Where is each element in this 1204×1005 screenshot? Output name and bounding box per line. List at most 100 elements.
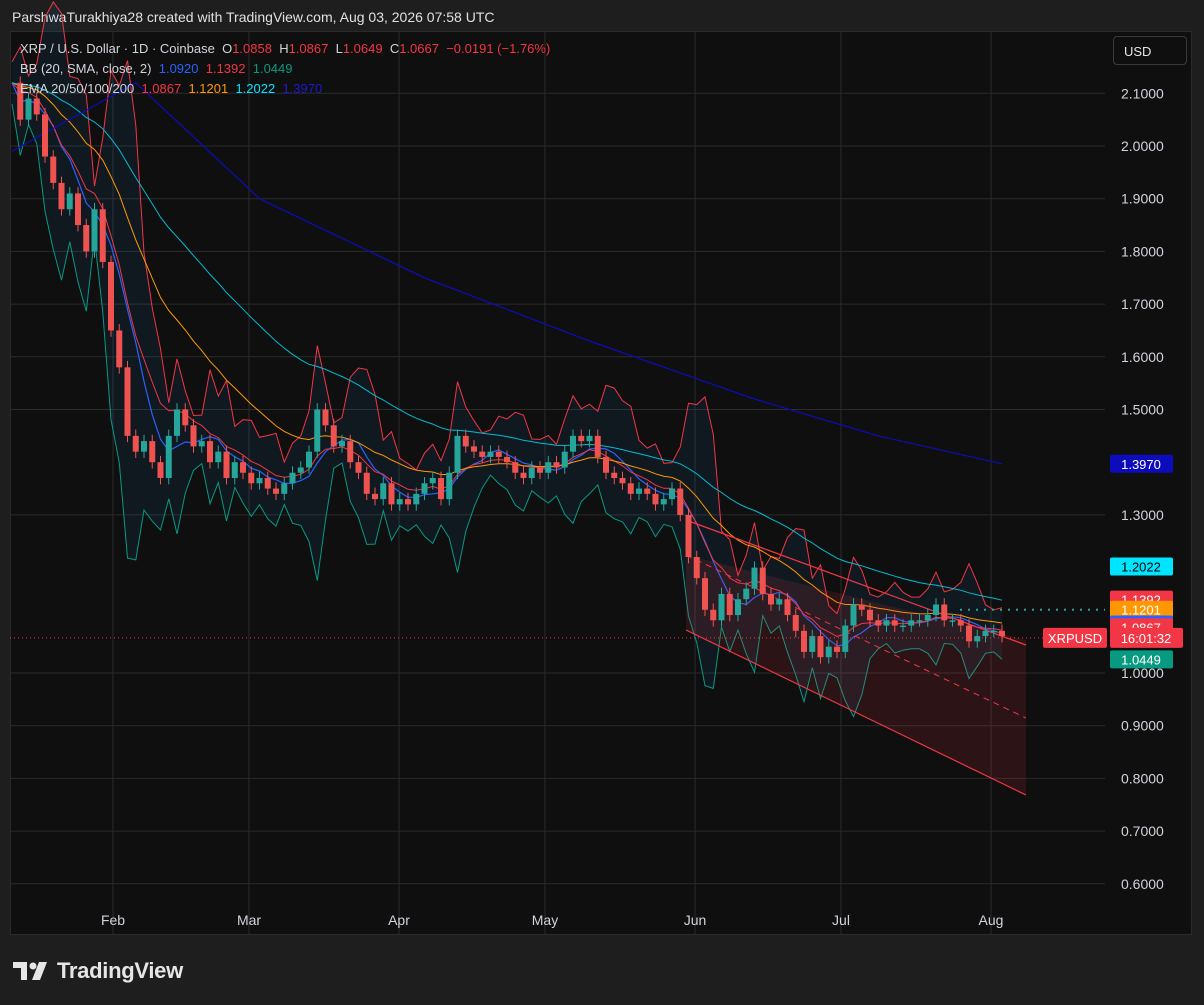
candle-body[interactable] xyxy=(50,156,57,183)
candle-body[interactable] xyxy=(479,451,486,457)
candle-body[interactable] xyxy=(660,499,667,505)
last-price-tag[interactable]: XRPUSD 16:01:32 xyxy=(1043,627,1183,648)
candle-body[interactable] xyxy=(281,483,288,494)
time-axis[interactable]: Feb Mar Apr May Jun Jul Aug xyxy=(101,912,1004,928)
candle-body[interactable] xyxy=(792,615,799,631)
candle-body[interactable] xyxy=(108,261,114,331)
candle-body[interactable] xyxy=(99,209,106,262)
candle-body[interactable] xyxy=(834,646,840,652)
candle-body[interactable] xyxy=(842,625,849,652)
candle-body[interactable] xyxy=(825,646,832,658)
candle-body[interactable] xyxy=(693,557,700,579)
candle-body[interactable] xyxy=(561,451,568,468)
candle-body[interactable] xyxy=(347,441,354,463)
candle-body[interactable] xyxy=(867,609,873,621)
candle-body[interactable] xyxy=(817,636,824,658)
candle-body[interactable] xyxy=(636,488,642,494)
candle-body[interactable] xyxy=(116,330,123,368)
candle-body[interactable] xyxy=(990,630,997,633)
currency-button[interactable]: USD xyxy=(1113,36,1187,65)
candle-body[interactable] xyxy=(776,599,783,605)
candle-body[interactable] xyxy=(512,462,519,473)
candle-body[interactable] xyxy=(487,451,494,457)
candle-body[interactable] xyxy=(982,630,989,637)
candle-body[interactable] xyxy=(570,435,576,452)
candle-body[interactable] xyxy=(363,472,370,494)
candle-body[interactable] xyxy=(240,462,246,473)
candle-body[interactable] xyxy=(42,114,48,157)
candle-body[interactable] xyxy=(528,467,535,479)
candle-body[interactable] xyxy=(149,441,156,463)
candle-body[interactable] xyxy=(677,488,684,515)
candle-body[interactable] xyxy=(198,441,205,447)
candle-body[interactable] xyxy=(372,493,378,500)
candle-body[interactable] xyxy=(718,593,725,621)
price-chart[interactable]: 0.60000.70000.80000.90001.00001.30001.50… xyxy=(0,0,1204,1005)
price-axis[interactable]: 0.60000.70000.80000.90001.00001.30001.50… xyxy=(1121,85,1164,892)
candle-body[interactable] xyxy=(743,588,750,600)
candle-body[interactable] xyxy=(314,409,321,452)
candle-body[interactable] xyxy=(339,441,345,447)
candle-body[interactable] xyxy=(504,456,510,463)
candle-body[interactable] xyxy=(182,409,189,426)
candle-body[interactable] xyxy=(297,467,304,473)
candle-body[interactable] xyxy=(801,630,807,652)
candle-body[interactable] xyxy=(619,478,626,484)
candle-body[interactable] xyxy=(421,483,428,494)
candle-body[interactable] xyxy=(768,593,774,605)
candle-body[interactable] xyxy=(652,493,659,505)
candle-body[interactable] xyxy=(438,478,444,500)
candle-body[interactable] xyxy=(256,478,263,484)
symbol-label[interactable]: XRP / U.S. Dollar · 1D · Coinbase xyxy=(20,41,215,56)
candle-body[interactable] xyxy=(75,193,81,226)
candle-body[interactable] xyxy=(273,488,279,494)
candle-body[interactable] xyxy=(751,567,758,589)
candle-body[interactable] xyxy=(545,462,552,473)
candle-body[interactable] xyxy=(726,593,733,616)
candle-body[interactable] xyxy=(405,499,411,505)
candle-body[interactable] xyxy=(537,467,543,473)
candle-body[interactable] xyxy=(924,615,931,621)
candle-body[interactable] xyxy=(735,599,741,616)
candle-body[interactable] xyxy=(223,451,230,479)
candle-body[interactable] xyxy=(231,462,238,479)
candle-body[interactable] xyxy=(594,435,601,457)
candle-body[interactable] xyxy=(446,472,453,500)
candle-body[interactable] xyxy=(462,435,469,447)
candle-body[interactable] xyxy=(941,604,948,621)
candle-body[interactable] xyxy=(124,367,131,436)
candle-body[interactable] xyxy=(784,599,791,616)
candle-body[interactable] xyxy=(396,499,403,505)
candle-body[interactable] xyxy=(132,435,139,452)
candle-body[interactable] xyxy=(33,98,40,115)
candle-body[interactable] xyxy=(627,483,634,494)
candle-body[interactable] xyxy=(809,636,816,652)
candle-body[interactable] xyxy=(248,472,255,484)
candle-body[interactable] xyxy=(685,514,692,558)
candle-body[interactable] xyxy=(949,620,956,622)
candle-body[interactable] xyxy=(264,478,271,489)
candle-body[interactable] xyxy=(710,609,717,621)
candle-body[interactable] xyxy=(207,441,213,463)
candle-body[interactable] xyxy=(330,425,337,447)
candle-body[interactable] xyxy=(322,409,329,426)
candle-body[interactable] xyxy=(83,225,90,252)
candle-body[interactable] xyxy=(578,435,585,442)
candle-body[interactable] xyxy=(289,472,296,484)
candle-body[interactable] xyxy=(66,193,73,210)
ema-legend[interactable]: EMA 20/50/100/200 1.0867 1.1201 1.2022 1… xyxy=(20,81,322,96)
candle-body[interactable] xyxy=(25,98,32,120)
candle-body[interactable] xyxy=(355,462,362,473)
candle-body[interactable] xyxy=(58,182,65,210)
candle-body[interactable] xyxy=(891,620,898,626)
candle-body[interactable] xyxy=(586,435,593,442)
candle-body[interactable] xyxy=(165,435,172,479)
candle-body[interactable] xyxy=(157,462,164,479)
candle-body[interactable] xyxy=(603,456,609,473)
candle-body[interactable] xyxy=(702,578,708,610)
candle-body[interactable] xyxy=(413,493,420,505)
candle-body[interactable] xyxy=(858,604,865,610)
candle-body[interactable] xyxy=(520,472,527,479)
candle-body[interactable] xyxy=(669,488,675,500)
candle-body[interactable] xyxy=(759,567,766,594)
